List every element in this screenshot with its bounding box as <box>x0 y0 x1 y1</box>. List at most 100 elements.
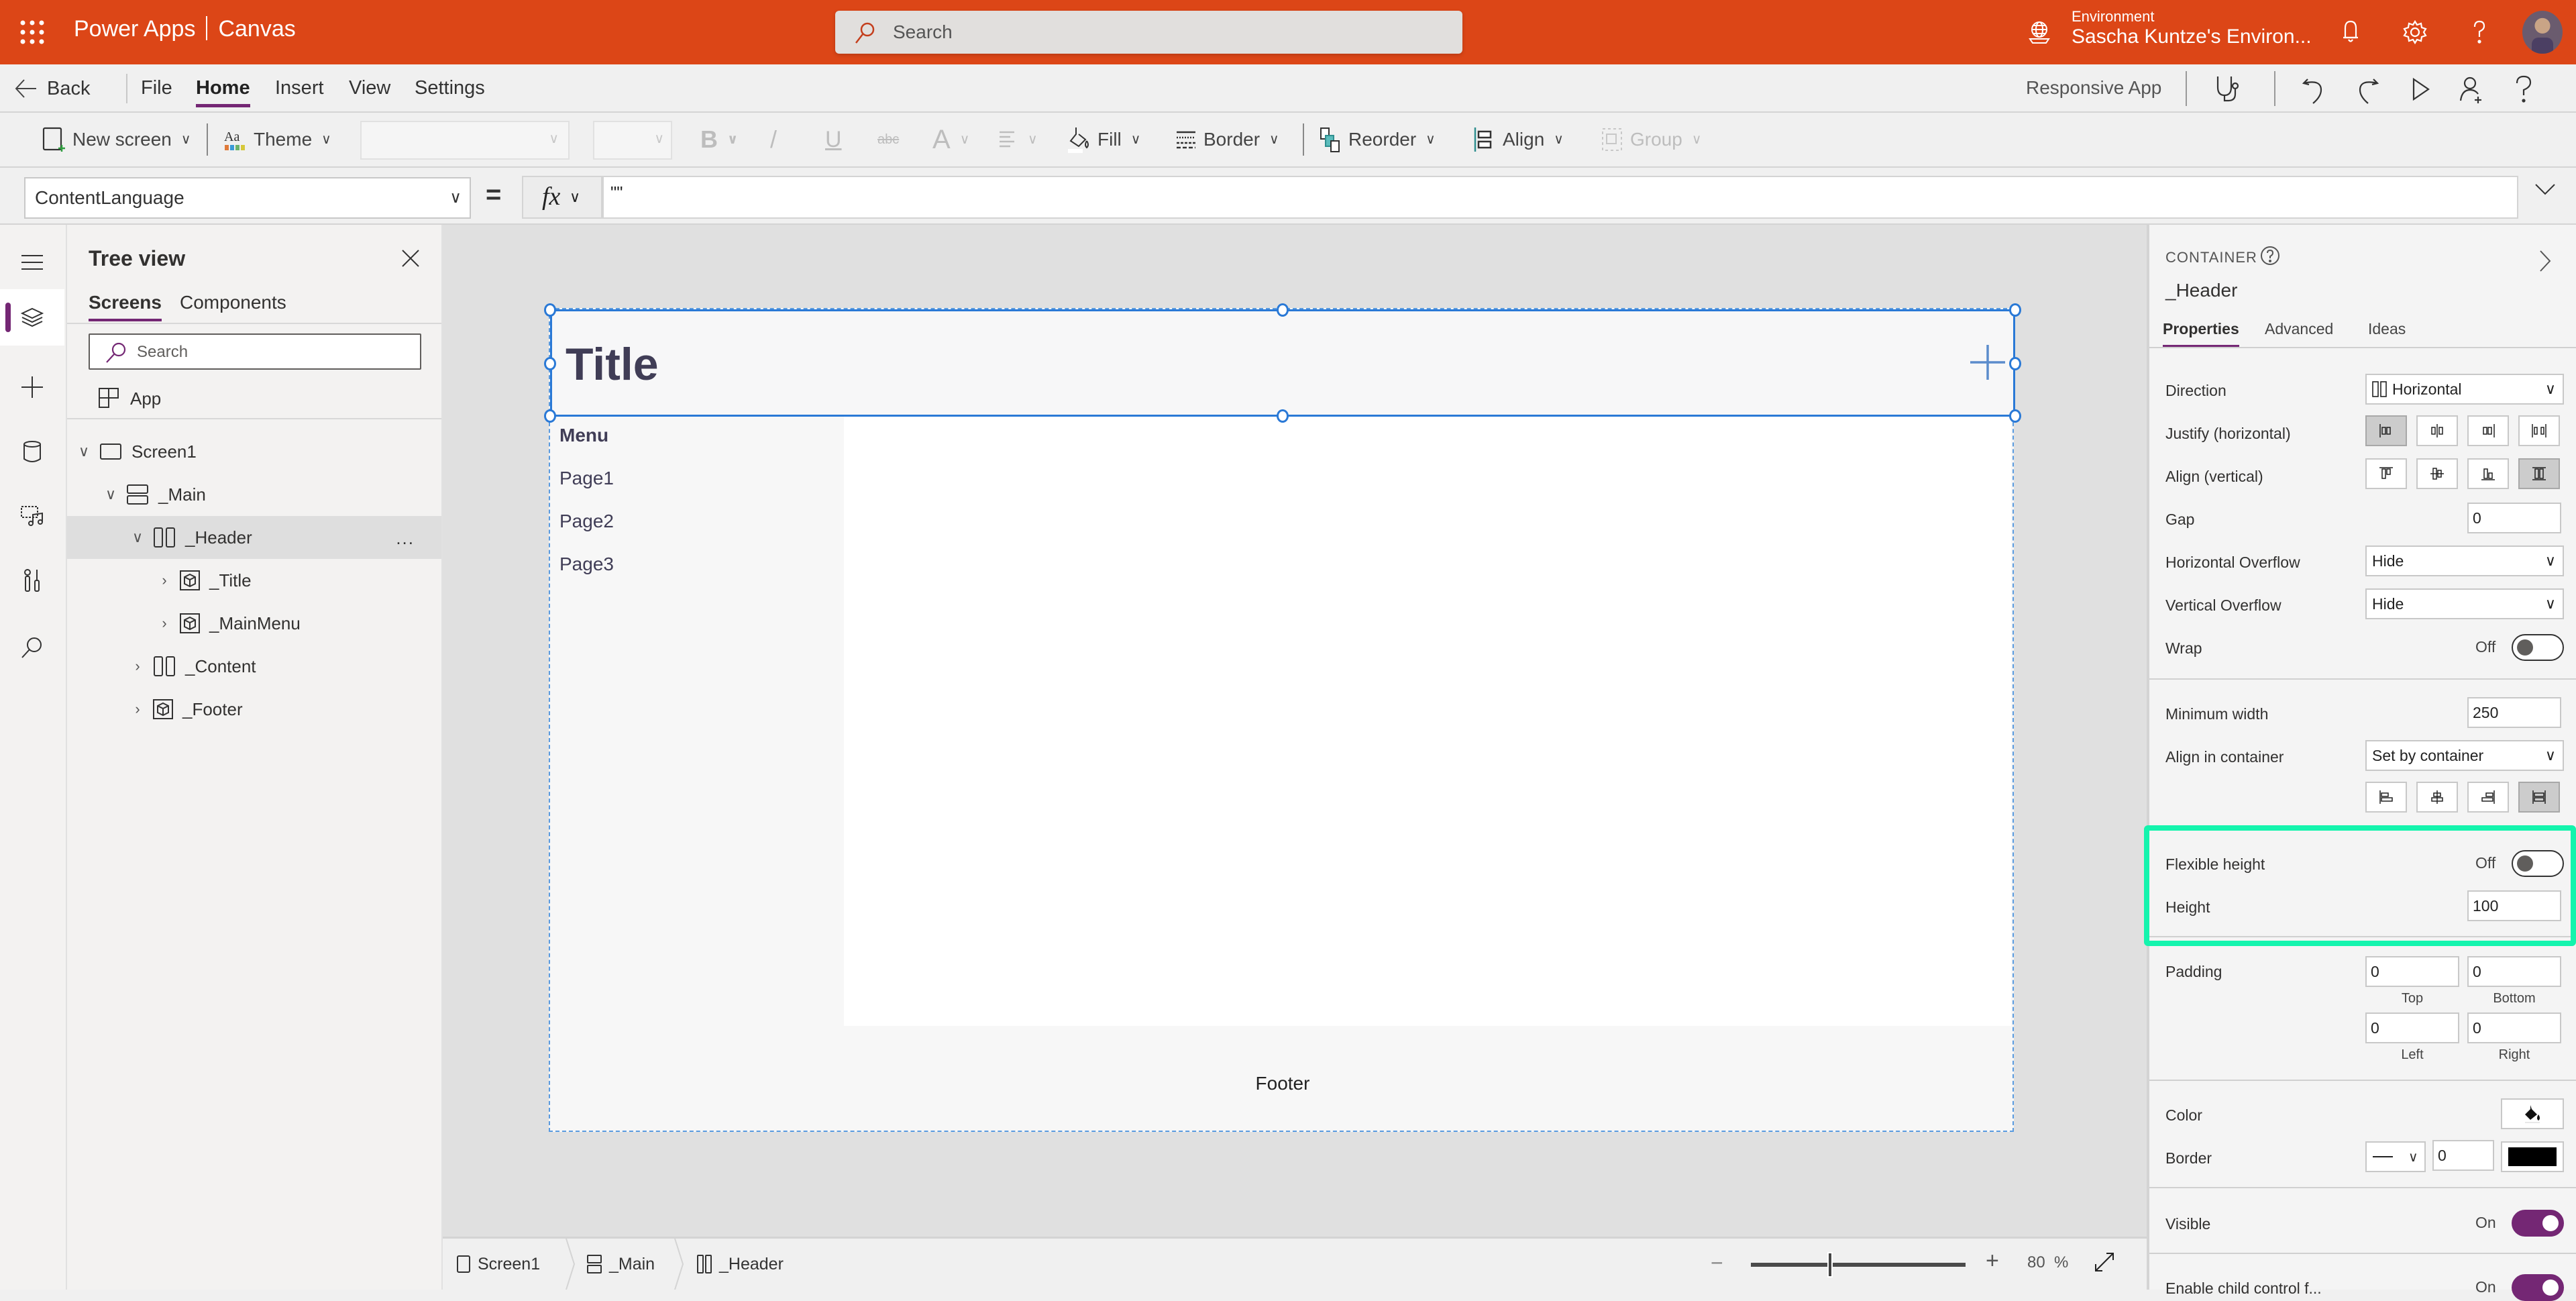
align-self-stretch-button[interactable] <box>2518 782 2560 813</box>
tab-screens[interactable]: Screens <box>89 292 162 321</box>
align-button[interactable]: Align ∨ <box>1473 113 1564 166</box>
insert-plus-icon[interactable] <box>0 359 64 415</box>
environment-name[interactable]: Sascha Kuntze's Environ... <box>2072 25 2312 48</box>
menu-item-page2[interactable]: Page2 <box>559 511 614 532</box>
tree-node-screen1[interactable]: ∨ Screen1 <box>67 430 441 473</box>
zoom-slider[interactable] <box>1751 1252 1966 1278</box>
justify-start-button[interactable] <box>2365 415 2407 446</box>
user-avatar[interactable] <box>2522 11 2563 54</box>
padding-top-input[interactable]: 0 <box>2365 956 2459 987</box>
align-self-start-button[interactable] <box>2365 782 2407 813</box>
tab-components[interactable]: Components <box>180 292 286 319</box>
app-launcher-icon[interactable] <box>17 17 47 47</box>
menu-item-page1[interactable]: Page1 <box>559 468 614 489</box>
breadcrumb-header[interactable]: _Header <box>696 1239 784 1290</box>
reorder-button[interactable]: Reorder ∨ <box>1319 113 1436 166</box>
zoom-in-button[interactable]: + <box>1986 1248 1999 1274</box>
settings-gear-icon[interactable] <box>2399 16 2431 48</box>
tree-node-title[interactable]: › _Title <box>67 559 441 602</box>
tab-properties[interactable]: Properties <box>2163 320 2239 348</box>
function-button[interactable]: fx ∨ <box>522 176 602 219</box>
hamburger-menu-icon[interactable] <box>0 234 64 291</box>
fill-button[interactable]: Fill ∨ <box>1068 113 1140 166</box>
align-in-container-dropdown[interactable]: Set by container ∨ <box>2365 740 2564 771</box>
minimum-width-input[interactable]: 250 <box>2467 697 2561 728</box>
vertical-overflow-dropdown[interactable]: Hide ∨ <box>2365 588 2564 619</box>
border-button[interactable]: Border ∨ <box>1175 113 1279 166</box>
resize-handle-bottom[interactable] <box>1277 409 1289 423</box>
align-self-center-button[interactable] <box>2416 782 2458 813</box>
resize-handle-top[interactable] <box>1277 303 1289 317</box>
color-picker-button[interactable] <box>2501 1098 2564 1129</box>
data-cylinder-icon[interactable] <box>0 423 64 480</box>
height-input[interactable]: 100 <box>2467 890 2561 921</box>
horizontal-overflow-dropdown[interactable]: Hide ∨ <box>2365 545 2564 576</box>
breadcrumb-screen1[interactable]: Screen1 <box>456 1239 540 1290</box>
tab-ideas[interactable]: Ideas <box>2368 320 2406 345</box>
redo-icon[interactable] <box>2353 74 2380 105</box>
menu-settings[interactable]: Settings <box>415 64 485 113</box>
align-bottom-button[interactable] <box>2467 458 2509 489</box>
breadcrumb-main[interactable]: _Main <box>586 1239 655 1290</box>
tree-search-input[interactable]: Search <box>89 333 421 370</box>
notifications-bell-icon[interactable] <box>2334 16 2367 48</box>
menu-file[interactable]: File <box>141 64 172 113</box>
gap-input[interactable]: 0 <box>2467 503 2561 533</box>
global-search-input[interactable]: Search <box>835 11 1462 54</box>
close-icon[interactable] <box>401 249 420 268</box>
direction-dropdown[interactable]: Horizontal ∨ <box>2365 374 2564 405</box>
tab-advanced[interactable]: Advanced <box>2265 320 2333 345</box>
content-container[interactable] <box>844 417 2011 1026</box>
zoom-out-button[interactable]: − <box>1711 1251 1723 1276</box>
justify-end-button[interactable] <box>2467 415 2509 446</box>
fit-to-window-icon[interactable] <box>2093 1251 2116 1273</box>
justify-center-button[interactable] <box>2416 415 2458 446</box>
chevron-down-icon[interactable]: ∨ <box>127 529 148 546</box>
title-label[interactable]: Title <box>566 338 659 391</box>
app-checker-stethoscope-icon[interactable] <box>2214 74 2241 105</box>
property-dropdown[interactable]: ContentLanguage ∨ <box>24 177 471 219</box>
back-button[interactable]: Back <box>15 64 90 113</box>
resize-handle-bottom-left[interactable] <box>544 409 556 423</box>
tree-view-layers-icon[interactable] <box>0 289 64 346</box>
align-stretch-button[interactable] <box>2518 458 2560 489</box>
align-top-button[interactable] <box>2365 458 2407 489</box>
formula-input[interactable]: "" <box>602 176 2518 219</box>
menu-home[interactable]: Home <box>196 64 250 113</box>
undo-icon[interactable] <box>2301 74 2328 105</box>
padding-right-input[interactable]: 0 <box>2467 1012 2561 1043</box>
help-circle-icon[interactable] <box>2259 245 2281 266</box>
tree-node-header[interactable]: ∨ _Header ... <box>67 516 441 559</box>
resize-handle-top-right[interactable] <box>2009 303 2021 317</box>
more-options-icon[interactable]: ... <box>396 528 415 549</box>
chevron-down-icon[interactable]: ∨ <box>101 486 121 503</box>
enable-child-control-toggle[interactable] <box>2512 1274 2564 1301</box>
tree-node-main[interactable]: ∨ _Main <box>67 473 441 516</box>
help-question-icon[interactable] <box>2512 74 2536 105</box>
help-icon[interactable] <box>2463 16 2496 48</box>
visible-toggle[interactable] <box>2512 1210 2564 1237</box>
chevron-right-icon[interactable]: › <box>127 700 148 718</box>
chevron-right-icon[interactable]: › <box>127 658 148 675</box>
zoom-slider-thumb[interactable] <box>1827 1252 1833 1278</box>
menu-item-page3[interactable]: Page3 <box>559 554 614 575</box>
resize-handle-top-left[interactable] <box>544 303 556 317</box>
tree-node-content[interactable]: › _Content <box>67 645 441 688</box>
resize-handle-left[interactable] <box>544 357 556 370</box>
align-middle-button[interactable] <box>2416 458 2458 489</box>
chevron-down-icon[interactable]: ∨ <box>74 443 94 460</box>
chevron-right-icon[interactable]: › <box>154 615 174 632</box>
align-self-end-button[interactable] <box>2467 782 2509 813</box>
tree-node-footer[interactable]: › _Footer <box>67 688 441 731</box>
chevron-right-icon[interactable]: › <box>154 572 174 589</box>
menu-insert[interactable]: Insert <box>275 64 324 113</box>
padding-bottom-input[interactable]: 0 <box>2467 956 2561 987</box>
border-color-button[interactable] <box>2501 1141 2564 1172</box>
new-screen-button[interactable]: New screen ∨ <box>42 113 191 166</box>
control-name[interactable]: _Header <box>2165 280 2237 301</box>
resize-handle-bottom-right[interactable] <box>2009 409 2021 423</box>
padding-left-input[interactable]: 0 <box>2365 1012 2459 1043</box>
justify-space-between-button[interactable] <box>2518 415 2560 446</box>
main-menu-component[interactable]: Menu Page1 Page2 Page3 <box>550 417 844 1026</box>
expand-formula-chevron-icon[interactable] <box>2534 183 2556 196</box>
